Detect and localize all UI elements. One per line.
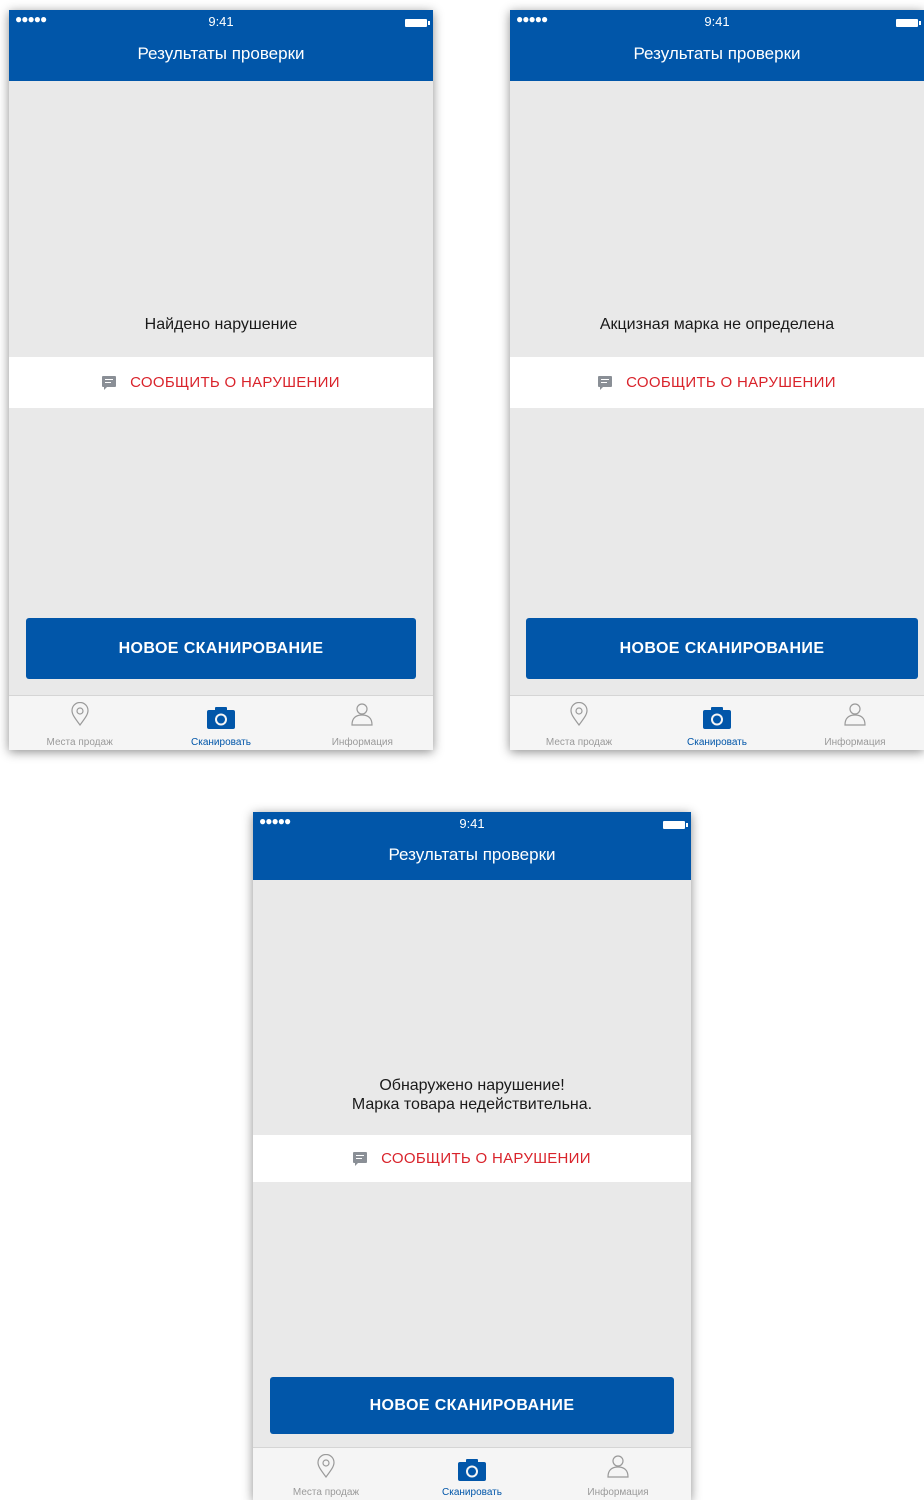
status-time: 9:41 (704, 14, 730, 29)
tab-scan[interactable]: Сканировать (150, 696, 291, 750)
camera-icon (458, 1459, 486, 1481)
report-violation-label: СООБЩИТЬ О НАРУШЕНИИ (626, 374, 836, 391)
report-violation-label: СООБЩИТЬ О НАРУШЕНИИ (381, 1150, 591, 1167)
message-icon (102, 376, 117, 390)
report-violation-label: СООБЩИТЬ О НАРУШЕНИИ (130, 374, 340, 391)
message-icon (353, 1152, 368, 1166)
tab-info-label: Информация (824, 737, 886, 748)
camera-icon (206, 707, 235, 729)
phone-screen-invalid-stamp: ●●●●● 9:41 Результаты проверки Обнаружен… (253, 812, 691, 1500)
tab-places[interactable]: Места продаж (9, 696, 150, 750)
map-pin-icon (317, 1454, 335, 1478)
report-violation-button[interactable]: СООБЩИТЬ О НАРУШЕНИИ (510, 357, 924, 408)
report-violation-button[interactable]: СООБЩИТЬ О НАРУШЕНИИ (9, 357, 433, 408)
tab-info[interactable]: Информация (545, 1448, 691, 1500)
battery-icon (896, 19, 921, 27)
tab-bar: Места продаж Сканировать Информация (253, 1447, 691, 1500)
phone-screen-stamp-undetermined: ●●●●● 9:41 Результаты проверки Акцизная … (510, 10, 924, 750)
page-title: Результаты проверки (388, 845, 556, 864)
status-bar: ●●●●● 9:41 (253, 812, 691, 834)
battery-icon (405, 19, 430, 27)
status-time: 9:41 (459, 816, 485, 831)
new-scan-button[interactable]: НОВОЕ СКАНИРОВАНИЕ (270, 1377, 674, 1434)
map-pin-icon (71, 702, 89, 726)
tab-places-label: Места продаж (545, 737, 613, 748)
tab-places[interactable]: Места продаж (510, 696, 648, 750)
map-pin-icon (570, 702, 588, 726)
result-message: Акцизная марка не определена (599, 316, 835, 333)
report-violation-button[interactable]: СООБЩИТЬ О НАРУШЕНИИ (253, 1135, 691, 1182)
tab-info-label: Информация (331, 737, 393, 748)
tab-scan[interactable]: Сканировать (399, 1448, 545, 1500)
new-scan-button[interactable]: НОВОЕ СКАНИРОВАНИЕ (26, 618, 416, 679)
page-title: Результаты проверки (137, 44, 305, 63)
status-bar: ●●●●● 9:41 (9, 10, 433, 32)
result-message: Найдено нарушение (144, 316, 298, 333)
tab-places-label: Места продаж (292, 1487, 360, 1498)
app-header: ●●●●● 9:41 Результаты проверки (510, 10, 924, 81)
app-header: ●●●●● 9:41 Результаты проверки (9, 10, 433, 81)
message-icon (598, 376, 613, 390)
camera-icon (703, 707, 731, 729)
tab-bar: Места продаж Сканировать Информация (510, 695, 924, 750)
result-message: Обнаружено нарушение! Марка товара недей… (253, 1076, 691, 1114)
battery-icon (663, 821, 688, 829)
new-scan-button[interactable]: НОВОЕ СКАНИРОВАНИЕ (526, 618, 918, 679)
result-message-line-2: Марка товара недействительна. (351, 1096, 593, 1113)
tab-scan-label: Сканировать (191, 737, 251, 748)
tab-bar: Места продаж Сканировать Информация (9, 695, 433, 750)
tab-info-label: Информация (587, 1487, 649, 1498)
tab-scan-label: Сканировать (442, 1487, 502, 1498)
app-header: ●●●●● 9:41 Результаты проверки (253, 812, 691, 880)
tab-info[interactable]: Информация (292, 696, 433, 750)
tab-scan-label: Сканировать (687, 737, 747, 748)
tab-info[interactable]: Информация (786, 696, 924, 750)
tab-places[interactable]: Места продаж (253, 1448, 399, 1500)
page-title: Результаты проверки (633, 44, 801, 63)
person-icon (844, 703, 866, 726)
tab-scan[interactable]: Сканировать (648, 696, 786, 750)
person-icon (607, 1455, 629, 1478)
person-icon (351, 703, 373, 726)
status-time: 9:41 (208, 14, 234, 29)
result-message-line-1: Обнаружено нарушение! (379, 1077, 565, 1094)
tab-places-label: Места продаж (46, 737, 113, 748)
status-bar: ●●●●● 9:41 (510, 10, 924, 32)
phone-screen-violation-found: ●●●●● 9:41 Результаты проверки Найдено н… (9, 10, 433, 750)
